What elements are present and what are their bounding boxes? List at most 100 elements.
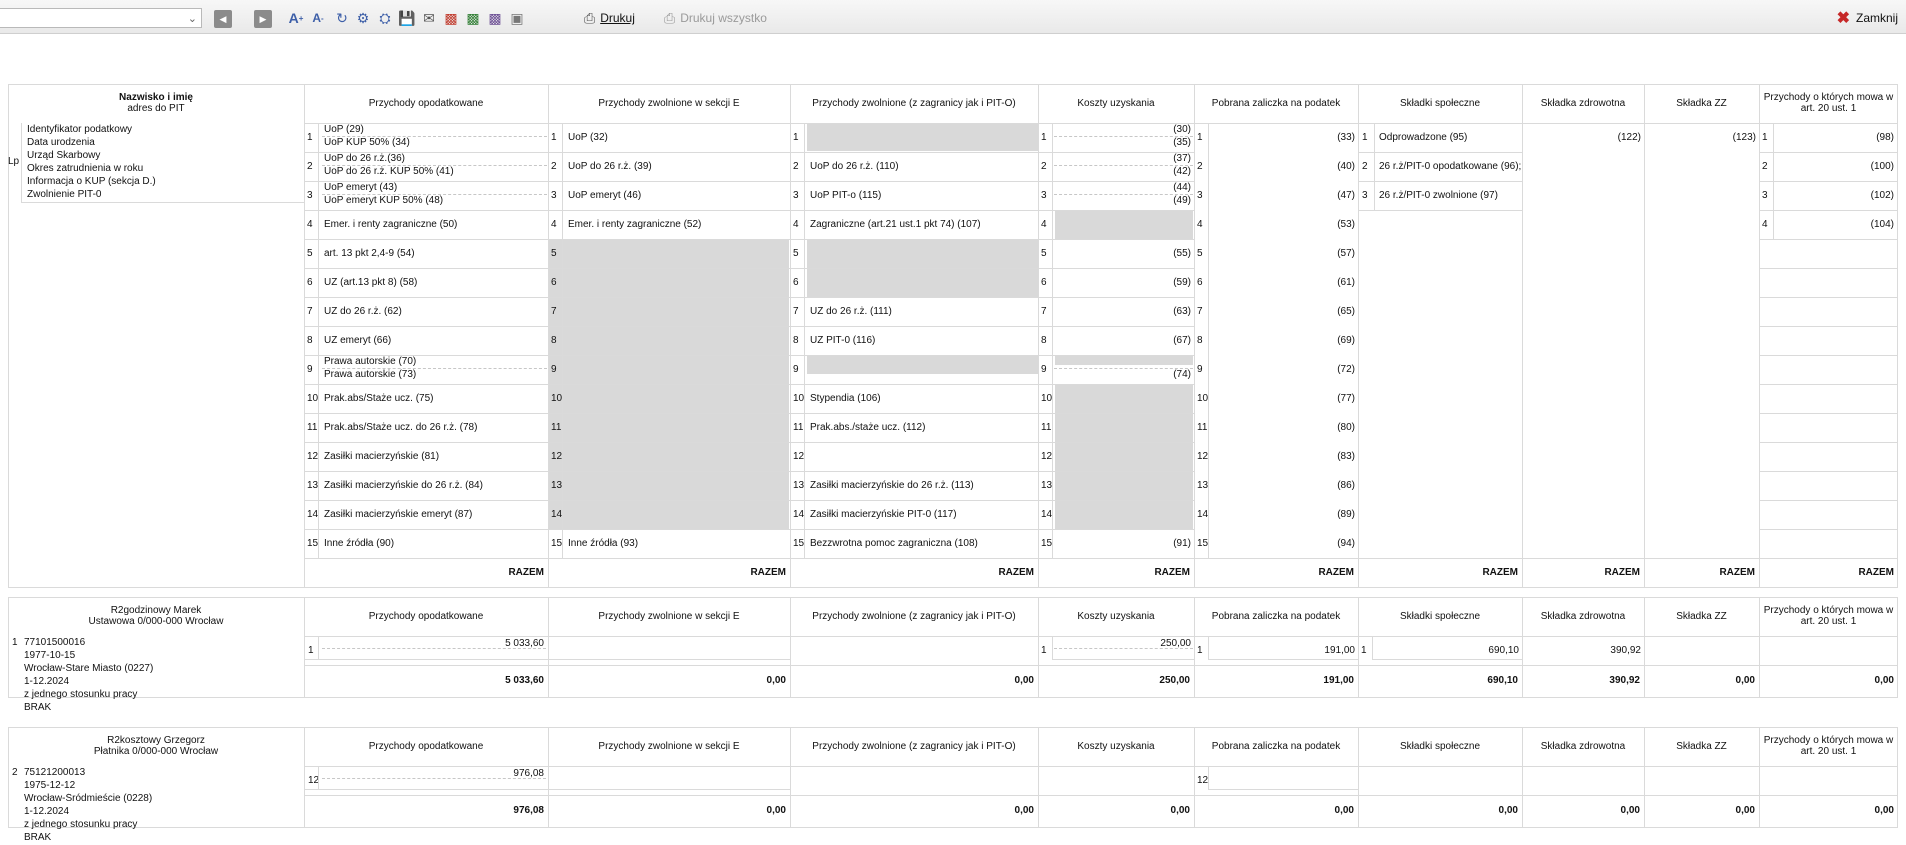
export-pdf-icon[interactable]: ▩	[442, 8, 460, 28]
export-icon[interactable]: ▩	[486, 8, 504, 28]
column-header: Składka zdrowotna	[1540, 98, 1626, 109]
grid-line	[318, 529, 319, 558]
grid-line	[304, 384, 1195, 385]
grid-line	[1038, 84, 1039, 587]
advance-label: (65)	[1337, 306, 1355, 317]
previous-button[interactable]: ◀	[214, 10, 232, 28]
employee-field: 77101500016	[24, 637, 86, 648]
razem-label: RAZEM	[508, 567, 544, 578]
row-number: 9	[1041, 364, 1047, 375]
grid-line	[1358, 84, 1359, 587]
options-icon[interactable]: ▣	[508, 8, 526, 28]
grid-line	[804, 529, 805, 558]
employee-field: BRAK	[24, 832, 52, 843]
grid-line	[1644, 84, 1645, 587]
income-label: UoP (29)	[324, 124, 364, 135]
grid-line	[318, 413, 319, 442]
total-value: 250,00	[1159, 675, 1190, 686]
row-number: 10	[551, 393, 563, 404]
row-number: 2	[1041, 161, 1047, 172]
art20-label: (102)	[1870, 190, 1894, 201]
cost-label: (30)	[1173, 124, 1191, 135]
grid-line	[1208, 766, 1209, 789]
font-increase-icon[interactable]: A +	[288, 8, 304, 28]
printer-icon: ⎙	[584, 9, 596, 26]
grid-line	[804, 181, 805, 210]
disabled-cell	[1055, 210, 1193, 239]
email-icon[interactable]: ✉	[420, 8, 438, 28]
grid-line	[1052, 384, 1053, 413]
grid-line	[1374, 152, 1375, 181]
grid-line	[562, 500, 563, 529]
grid-line	[1759, 181, 1898, 182]
income-label: UZ emeryt (66)	[324, 335, 392, 346]
row-number: 5	[551, 248, 557, 259]
column-header: Składka zdrowotna	[1540, 741, 1626, 752]
row-number: 4	[307, 219, 313, 230]
row-number: 6	[307, 277, 313, 288]
grid-line	[1897, 597, 1898, 697]
employee-address: Płatnika 0/000-000 Wrocław	[93, 746, 219, 757]
separator	[322, 194, 547, 195]
advance-label: (89)	[1337, 509, 1355, 520]
row-number: 6	[793, 277, 799, 288]
row-number: 7	[1041, 306, 1047, 317]
row-number: 7	[793, 306, 799, 317]
print-button[interactable]: ⎙ Drukuj	[574, 6, 645, 30]
health-label: (122)	[1617, 132, 1641, 143]
row-number: 10	[307, 393, 319, 404]
grid-line	[1052, 210, 1053, 239]
advance-label: (69)	[1337, 335, 1355, 346]
next-button[interactable]: ▶	[254, 10, 272, 28]
grid-line	[804, 210, 805, 239]
grid-line	[1759, 210, 1898, 211]
report-selector[interactable]: ⌄	[0, 8, 202, 28]
column-header: Przychody zwolnione w sekcji E	[598, 98, 740, 109]
print-all-button[interactable]: ⎙ Drukuj wszystko	[654, 6, 777, 30]
row-number: 4	[1041, 219, 1047, 230]
save-icon[interactable]: 💾	[398, 8, 416, 28]
income-label: UZ do 26 r.ż. (62)	[324, 306, 402, 317]
grid-line	[304, 442, 1195, 443]
column-header: Koszty uzyskania	[1077, 611, 1155, 622]
separator	[322, 648, 546, 649]
font-decrease-icon[interactable]: A-	[310, 8, 326, 28]
grid-line	[318, 181, 319, 210]
row-number: 8	[551, 335, 557, 346]
foreign-exempt-label: Stypendia (106)	[810, 393, 881, 404]
foreign-exempt-label: Bezzwrotna pomoc zagraniczna (108)	[810, 538, 978, 549]
export-excel-icon[interactable]: ▩	[464, 8, 482, 28]
page-settings-icon[interactable]: ⛭	[376, 8, 394, 28]
grid-line	[304, 795, 1898, 796]
grid-line	[1208, 326, 1209, 355]
row-number: 4	[551, 219, 557, 230]
column-header: Przychody o których mowa w art. 20 ust. …	[1763, 92, 1894, 114]
row-number: 15	[551, 538, 563, 549]
income-label: UoP emeryt KUP 50% (48)	[324, 195, 444, 206]
row-number: 1	[308, 645, 314, 656]
close-button[interactable]: ✖ Zamknij	[1829, 6, 1906, 30]
row-number: 6	[1041, 277, 1047, 288]
health-value: 390,92	[1610, 645, 1641, 656]
row-number: 12	[307, 451, 319, 462]
row-number: 3	[551, 190, 557, 201]
grid-line	[1374, 123, 1375, 152]
foreign-exempt-label: UZ PIT-0 (116)	[810, 335, 876, 346]
grid-line	[548, 727, 549, 827]
row-number: 3	[1041, 190, 1047, 201]
separator	[322, 778, 546, 779]
chevron-down-icon[interactable]: ⌄	[188, 12, 197, 25]
grid-line	[1372, 636, 1373, 659]
employee-lp: 1	[12, 637, 18, 648]
person-field-label: Zwolnienie PIT-0	[27, 189, 102, 200]
row-number: 12	[551, 451, 563, 462]
printer-icon: ⎙	[664, 9, 676, 26]
total-value: 0,00	[1014, 805, 1034, 816]
print-settings-icon[interactable]: ⚙	[354, 8, 372, 28]
grid-line	[1759, 384, 1898, 385]
grid-line	[804, 471, 805, 500]
grid-line	[1194, 727, 1195, 827]
cost-label: (35)	[1173, 137, 1191, 148]
refresh-icon[interactable]: ↻	[334, 8, 350, 28]
cost-label: (37)	[1173, 153, 1191, 164]
